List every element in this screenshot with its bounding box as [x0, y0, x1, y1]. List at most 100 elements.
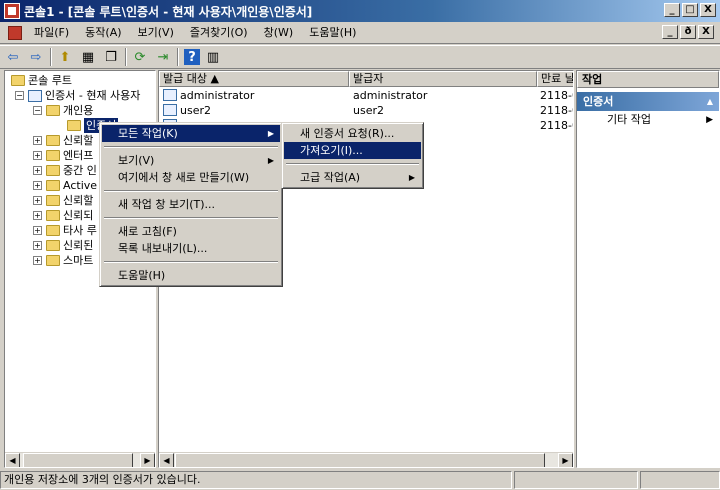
menu-window[interactable]: 창(W): [256, 23, 302, 43]
back-button[interactable]: ⇦: [3, 47, 23, 67]
toolbar-separator: [177, 48, 179, 66]
tree-item-trusted-publishers[interactable]: + 신뢰할: [33, 193, 93, 208]
tree-item-active-directory[interactable]: + Active: [33, 178, 97, 193]
menu-item-refresh[interactable]: 새로 고침(F): [102, 223, 280, 240]
help-button[interactable]: ?: [184, 49, 200, 65]
expand-toggle[interactable]: +: [33, 151, 42, 160]
status-bar: 개인용 저장소에 3개의 인증서가 있습니다.: [0, 470, 720, 490]
expand-toggle[interactable]: +: [33, 136, 42, 145]
tree-item-trusted-root[interactable]: + 신뢰할: [33, 133, 93, 148]
tree-item-label: Active: [63, 179, 98, 192]
tree-item-untrusted[interactable]: + 신뢰되: [33, 208, 93, 223]
column-header-issued-by[interactable]: 발급자: [349, 71, 537, 87]
menu-item-all-tasks[interactable]: 모든 작업(K) ▶: [102, 125, 280, 142]
folder-icon: [46, 255, 60, 266]
list-header: 발급 대상 ▲ 발급자 만료 날: [159, 71, 573, 87]
menu-item-request-new-certificate[interactable]: 새 인증서 요청(R)...: [284, 125, 421, 142]
menu-item-help[interactable]: 도움말(H): [102, 267, 280, 284]
column-header-issued-to[interactable]: 발급 대상 ▲: [159, 71, 349, 87]
menu-help[interactable]: 도움말(H): [301, 23, 364, 43]
mmc-app-icon[interactable]: [4, 3, 20, 19]
expand-toggle[interactable]: +: [33, 211, 42, 220]
menu-view[interactable]: 보기(V): [130, 23, 182, 43]
expand-toggle[interactable]: +: [33, 241, 42, 250]
up-one-level-button[interactable]: ⬆: [55, 47, 75, 67]
scroll-right-arrow-icon[interactable]: ▶: [140, 453, 155, 467]
expand-toggle[interactable]: +: [33, 226, 42, 235]
expand-toggle[interactable]: +: [33, 196, 42, 205]
folder-icon: [46, 135, 60, 146]
tree-item-label: 신뢰된: [63, 239, 94, 252]
expand-toggle[interactable]: +: [33, 256, 42, 265]
action-more-actions[interactable]: 기타 작업 ▶: [577, 111, 719, 129]
tree-item-smart-card[interactable]: + 스마트: [33, 253, 93, 268]
menu-separator: [104, 190, 278, 192]
tree-item-label: 타사 루: [63, 224, 97, 237]
collapse-up-icon[interactable]: ▲: [707, 92, 713, 111]
tree-item-enterprise-trust[interactable]: + 엔터프: [33, 148, 93, 163]
forward-button[interactable]: ⇨: [26, 47, 46, 67]
scroll-left-arrow-icon[interactable]: ◀: [5, 453, 20, 467]
all-tasks-submenu: 새 인증서 요청(R)... 가져오기(I)... 고급 작업(A) ▶: [281, 122, 424, 189]
help-icon: ?: [188, 49, 196, 65]
list-row[interactable]: user2 user2 2118-0: [159, 103, 573, 118]
submenu-arrow-icon: ▶: [706, 115, 713, 125]
tree-item-personal[interactable]: − 개인용: [33, 103, 93, 118]
list-row[interactable]: administrator administrator 2118-0: [159, 88, 573, 103]
status-panel: [640, 471, 720, 489]
context-menu: 모든 작업(K) ▶ 보기(V) ▶ 여기에서 창 새로 만들기(W) 새 작업…: [99, 122, 283, 287]
tree-item-label: 인증서 - 현재 사용자: [45, 89, 141, 102]
scroll-thumb[interactable]: [175, 453, 545, 467]
scroll-thumb[interactable]: [23, 453, 133, 467]
menu-item-new-window-from-here[interactable]: 여기에서 창 새로 만들기(W): [102, 169, 280, 186]
cell-issued-by: administrator: [353, 89, 428, 102]
close-button[interactable]: X: [700, 3, 716, 17]
child-restore-button[interactable]: ð: [680, 25, 696, 39]
folder-icon: [46, 150, 60, 161]
menu-action[interactable]: 동작(A): [77, 23, 129, 43]
menu-item-label: 여기에서 창 새로 만들기(W): [118, 171, 250, 184]
menu-item-advanced-operations[interactable]: 고급 작업(A) ▶: [284, 169, 421, 186]
menu-item-label: 목록 내보내기(L)...: [118, 242, 208, 255]
tree-item-label: 중간 인: [63, 164, 97, 177]
list-horizontal-scrollbar[interactable]: ◀ ▶: [159, 452, 573, 467]
expand-toggle[interactable]: +: [33, 166, 42, 175]
menu-separator: [104, 217, 278, 219]
tree-item-intermediate[interactable]: + 중간 인: [33, 163, 97, 178]
menu-item-view[interactable]: 보기(V) ▶: [102, 152, 280, 169]
menu-favorites[interactable]: 즐겨찾기(O): [182, 23, 256, 43]
tree-item-certificates-current-user[interactable]: − 인증서 - 현재 사용자: [15, 88, 140, 103]
menu-item-export-list[interactable]: 목록 내보내기(L)...: [102, 240, 280, 257]
refresh-button[interactable]: ⟳: [130, 47, 150, 67]
tree-item-label: 개인용: [63, 104, 94, 117]
export-list-button[interactable]: ⇥: [153, 47, 173, 67]
show-hide-tree-button[interactable]: ▦: [78, 47, 98, 67]
document-icon[interactable]: [8, 25, 22, 40]
menu-separator: [104, 261, 278, 263]
menu-item-new-taskpad-view[interactable]: 새 작업 창 보기(T)...: [102, 196, 280, 213]
scroll-left-arrow-icon[interactable]: ◀: [159, 453, 174, 467]
submenu-arrow-icon: ▶: [408, 173, 415, 182]
scroll-right-arrow-icon[interactable]: ▶: [558, 453, 573, 467]
tree-item-third-party-root[interactable]: + 타사 루: [33, 223, 97, 238]
folder-icon: [46, 225, 60, 236]
minimize-button[interactable]: _: [664, 3, 680, 17]
column-header-expiration[interactable]: 만료 날: [537, 71, 573, 87]
tree-item-console-root[interactable]: 콘솔 루트: [11, 73, 72, 88]
collapse-toggle[interactable]: −: [15, 91, 24, 100]
collapse-toggle[interactable]: −: [33, 106, 42, 115]
tree-item-trusted-people[interactable]: + 신뢰된: [33, 238, 93, 253]
maximize-button[interactable]: □: [682, 3, 698, 17]
menu-file[interactable]: 파일(F): [26, 23, 77, 43]
child-close-button[interactable]: X: [698, 25, 714, 39]
action-section-certificates[interactable]: 인증서 ▲: [577, 92, 719, 111]
copy-button[interactable]: ❐: [101, 47, 121, 67]
child-minimize-button[interactable]: _: [662, 25, 678, 39]
certificate-icon: [163, 89, 177, 101]
expand-toggle[interactable]: +: [33, 181, 42, 190]
cell-expiration: 2118-0: [540, 89, 573, 102]
submenu-arrow-icon: ▶: [267, 156, 274, 165]
tree-horizontal-scrollbar[interactable]: ◀ ▶: [5, 452, 155, 467]
menu-item-import[interactable]: 가져오기(I)...: [284, 142, 421, 159]
show-hide-action-pane-button[interactable]: ▥: [203, 47, 223, 67]
